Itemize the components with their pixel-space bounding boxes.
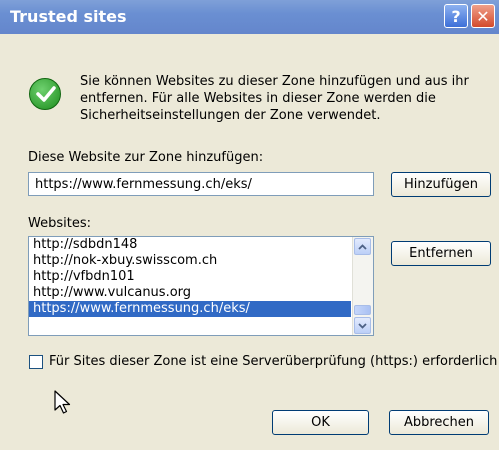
close-icon: ✕ [476, 6, 490, 26]
list-item[interactable]: http://nok-xbuy.swisscom.ch [29, 253, 351, 269]
chevron-up-icon [358, 243, 367, 250]
info-line-2: entfernen. Für alle Websites in dieser Z… [80, 91, 436, 106]
help-icon: ? [451, 6, 461, 26]
info-line-3: Sicherheitseinstellungen der Zone verwen… [80, 108, 381, 123]
websites-label: Websites: [28, 216, 91, 231]
close-button[interactable]: ✕ [471, 4, 495, 28]
ok-button[interactable]: OK [272, 410, 369, 435]
info-line-1: Sie können Websites zu dieser Zone hinzu… [80, 74, 469, 89]
list-item[interactable]: http://sdbdn148 [29, 237, 351, 253]
cancel-button[interactable]: Abbrechen [389, 410, 489, 435]
help-button[interactable]: ? [444, 4, 468, 28]
https-required-checkbox[interactable] [29, 355, 43, 369]
list-item[interactable]: http://vfbdn101 [29, 269, 351, 285]
check-circle-icon [29, 78, 61, 110]
title-bar[interactable]: Trusted sites ? ✕ [0, 0, 499, 34]
scroll-up-button[interactable] [354, 238, 371, 255]
websites-list[interactable]: http://sdbdn148 http://nok-xbuy.swisscom… [28, 236, 374, 336]
https-required-label[interactable]: Für Sites dieser Zone ist eine Serverübe… [49, 354, 497, 369]
website-url-input[interactable] [28, 172, 374, 196]
trusted-sites-dialog: Trusted sites ? ✕ Sie können Websites zu… [0, 0, 499, 450]
remove-button[interactable]: Entfernen [391, 241, 491, 266]
websites-list-items: http://sdbdn148 http://nok-xbuy.swisscom… [29, 237, 351, 317]
add-button[interactable]: Hinzufügen [391, 172, 491, 197]
mouse-pointer-icon [54, 390, 71, 414]
window-title: Trusted sites [10, 7, 127, 26]
list-item-selected[interactable]: https://www.fernmessung.ch/eks/ [29, 301, 351, 317]
info-text: Sie können Websites zu dieser Zone hinzu… [80, 73, 480, 124]
scroll-down-button[interactable] [354, 317, 371, 334]
vertical-scrollbar[interactable] [352, 237, 373, 335]
list-item[interactable]: http://www.vulcanus.org [29, 285, 351, 301]
chevron-down-icon [358, 322, 367, 329]
add-website-label: Diese Website zur Zone hinzufügen: [28, 150, 264, 165]
scroll-thumb[interactable] [354, 305, 371, 315]
